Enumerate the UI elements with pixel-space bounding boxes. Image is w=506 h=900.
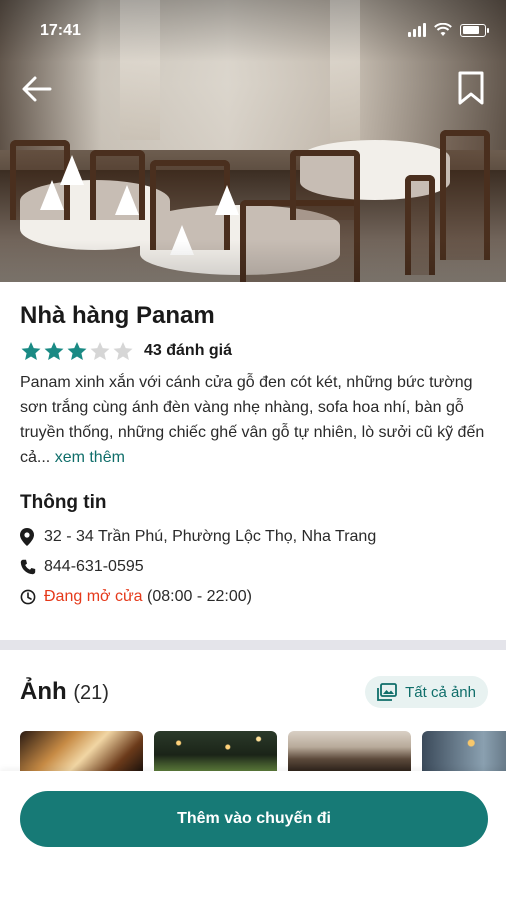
all-photos-label: Tất cả ảnh <box>405 683 476 701</box>
all-photos-button[interactable]: Tất cả ảnh <box>365 676 488 708</box>
hero-image: 17:41 <box>0 0 506 282</box>
photos-title: Ảnh (21) <box>20 678 109 706</box>
info-list: 32 - 34 Trần Phú, Phường Lộc Thọ, Nha Tr… <box>20 522 490 612</box>
photo-thumbnail[interactable] <box>20 731 143 771</box>
photos-count: (21) <box>73 682 109 704</box>
address-text: 32 - 34 Trần Phú, Phường Lộc Thọ, Nha Tr… <box>44 528 377 545</box>
signal-icon <box>408 23 426 37</box>
info-section-title: Thông tin <box>20 492 107 513</box>
phone-row[interactable]: 844-631-0595 <box>20 552 490 582</box>
star-filled-icon <box>21 342 41 360</box>
add-to-trip-button[interactable]: Thêm vào chuyến đi <box>20 791 488 847</box>
hours-row: Đang mở cửa (08:00 - 22:00) <box>20 582 490 612</box>
rating-row: 43 đánh giá <box>20 340 490 362</box>
phone-icon <box>20 558 44 576</box>
star-filled-icon <box>44 342 64 360</box>
read-more-link[interactable]: xem thêm <box>55 449 125 466</box>
battery-icon <box>460 23 489 37</box>
photo-thumbnail[interactable] <box>288 731 411 771</box>
phone-text: 844-631-0595 <box>44 558 144 575</box>
restaurant-info: Nhà hàng Panam 43 đánh giá Panam xinh xắ… <box>20 300 490 612</box>
restaurant-description: Panam xinh xắn với cánh cửa gỗ đen cót k… <box>20 370 490 470</box>
star-empty-icon <box>113 342 133 360</box>
address-row[interactable]: 32 - 34 Trần Phú, Phường Lộc Thọ, Nha Tr… <box>20 522 490 552</box>
image-gallery-icon <box>377 683 398 701</box>
status-bar: 17:41 <box>0 20 506 44</box>
photo-thumbnail[interactable] <box>422 731 506 771</box>
star-filled-icon <box>67 342 87 360</box>
status-icons <box>408 23 489 37</box>
status-time: 17:41 <box>40 22 81 39</box>
review-count[interactable]: 43 đánh giá <box>144 342 232 360</box>
open-status: Đang mở cửa <box>44 588 143 605</box>
wifi-icon <box>434 23 452 36</box>
map-pin-icon <box>20 528 44 546</box>
photo-strip <box>20 731 506 771</box>
photo-thumbnail[interactable] <box>154 731 277 771</box>
photos-title-text: Ảnh <box>20 678 67 705</box>
back-arrow-icon[interactable] <box>20 72 54 106</box>
bookmark-icon[interactable] <box>456 70 486 106</box>
star-empty-icon <box>90 342 110 360</box>
photos-header: Ảnh (21) Tất cả ảnh <box>20 672 488 712</box>
star-rating <box>20 341 134 361</box>
opening-hours: (08:00 - 22:00) <box>147 588 252 605</box>
restaurant-name: Nhà hàng Panam <box>20 302 215 329</box>
clock-icon <box>20 588 44 606</box>
bottom-action-bar: Thêm vào chuyến đi <box>0 771 506 900</box>
section-divider <box>0 640 506 650</box>
